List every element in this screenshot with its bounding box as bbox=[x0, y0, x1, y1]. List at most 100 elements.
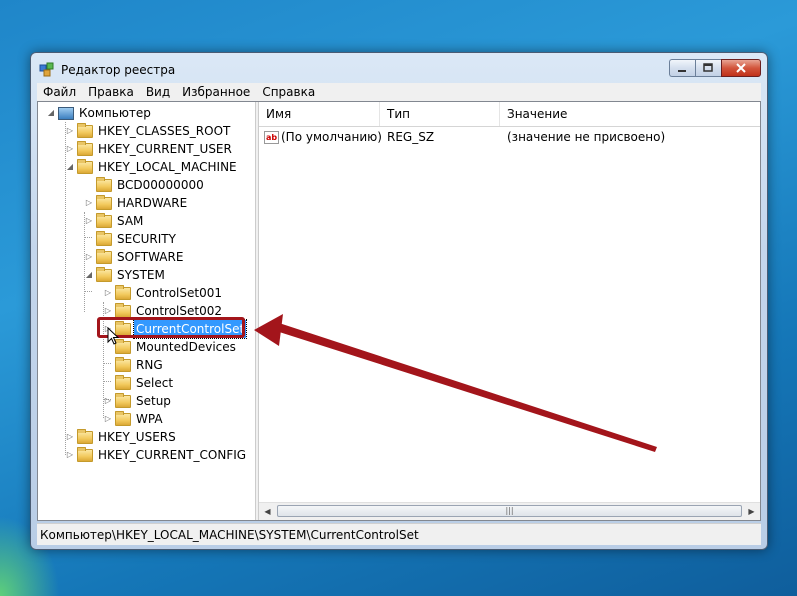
folder-icon bbox=[115, 410, 131, 426]
tree-node-wpa[interactable]: ▷ WPA bbox=[103, 410, 165, 428]
maximize-button[interactable] bbox=[695, 59, 721, 77]
list-item[interactable]: ab (По умолчанию) REG_SZ (значение не при… bbox=[259, 128, 760, 146]
tree-label: Setup bbox=[136, 394, 171, 408]
tree-node-software[interactable]: ▷ SOFTWARE bbox=[84, 248, 185, 266]
tree-node-hardware[interactable]: ▷ HARDWARE bbox=[84, 194, 189, 212]
no-arrow bbox=[103, 356, 113, 374]
tree-node-setup[interactable]: ▷ Setup bbox=[103, 392, 173, 410]
folder-icon bbox=[96, 230, 112, 246]
collapse-arrow-icon[interactable]: ◢ bbox=[46, 104, 56, 122]
tree-label: MountedDevices bbox=[136, 340, 236, 354]
column-header-type[interactable]: Тип bbox=[380, 102, 500, 126]
scroll-left-icon[interactable]: ◀ bbox=[259, 503, 276, 520]
tree-label: HKEY_USERS bbox=[98, 430, 176, 444]
computer-icon bbox=[58, 106, 74, 120]
expand-arrow-icon[interactable]: ▷ bbox=[84, 248, 94, 266]
no-arrow bbox=[103, 374, 113, 392]
registry-editor-window: Редактор реестра Файл Правка Вид Избранн… bbox=[30, 52, 768, 550]
expand-arrow-icon[interactable]: ▷ bbox=[65, 122, 75, 140]
tree-node-rng[interactable]: RNG bbox=[103, 356, 165, 374]
folder-icon bbox=[96, 194, 112, 210]
column-headers: Имя Тип Значение bbox=[259, 102, 760, 127]
tree-node-hku[interactable]: ▷ HKEY_USERS bbox=[65, 428, 178, 446]
menu-favorites[interactable]: Избранное bbox=[176, 83, 256, 101]
menu-edit[interactable]: Правка bbox=[82, 83, 140, 101]
scrollbar-thumb[interactable]: ||| bbox=[277, 505, 742, 517]
tree-node-sam[interactable]: ▷ SAM bbox=[84, 212, 145, 230]
close-button[interactable] bbox=[721, 59, 761, 77]
folder-icon bbox=[77, 446, 93, 462]
horizontal-scrollbar[interactable]: ◀ ||| ▶ bbox=[259, 502, 760, 520]
tree-node-hkcu[interactable]: ▷ HKEY_CURRENT_USER bbox=[65, 140, 234, 158]
folder-icon bbox=[115, 374, 131, 390]
tree-label: HKEY_CURRENT_CONFIG bbox=[98, 448, 247, 462]
column-header-name[interactable]: Имя bbox=[259, 102, 380, 126]
registry-editor-icon bbox=[39, 62, 54, 77]
menu-file[interactable]: Файл bbox=[37, 83, 82, 101]
expand-arrow-icon[interactable]: ▷ bbox=[103, 284, 113, 302]
tree-node-hklm[interactable]: ◢ HKEY_LOCAL_MACHINE bbox=[65, 158, 239, 176]
window-title: Редактор реестра bbox=[61, 63, 176, 77]
folder-icon bbox=[77, 158, 93, 174]
scroll-right-icon[interactable]: ▶ bbox=[743, 503, 760, 520]
value-name-cell: ab (По умолчанию) bbox=[264, 128, 382, 146]
close-icon bbox=[736, 63, 746, 73]
tree-node-controlset001[interactable]: ▷ ControlSet001 bbox=[103, 284, 224, 302]
tree-node-mounteddevices[interactable]: MountedDevices bbox=[103, 338, 238, 356]
column-header-value[interactable]: Значение bbox=[500, 102, 762, 126]
annotation-highlight-box bbox=[97, 317, 245, 338]
value-data: (значение не присвоено) bbox=[507, 130, 666, 144]
tree-label: SAM bbox=[117, 214, 144, 228]
tree-label: HARDWARE bbox=[117, 196, 188, 210]
folder-icon bbox=[77, 140, 93, 156]
folder-icon bbox=[77, 428, 93, 444]
window-controls bbox=[669, 59, 761, 79]
expand-arrow-icon[interactable]: ▷ bbox=[103, 392, 113, 410]
menu-bar: Файл Правка Вид Избранное Справка bbox=[37, 83, 761, 101]
client-area: ◢ Компьютер ▷ HKEY_CLASSES_ROOT ▷ HKEY_C… bbox=[37, 101, 761, 521]
values-list[interactable]: Имя Тип Значение ab (По умолчанию) REG_SZ… bbox=[259, 102, 760, 520]
expand-arrow-icon[interactable]: ▷ bbox=[65, 428, 75, 446]
tree-node-select[interactable]: Select bbox=[103, 374, 175, 392]
folder-icon bbox=[77, 122, 93, 138]
collapse-arrow-icon[interactable]: ◢ bbox=[65, 158, 75, 176]
folder-icon bbox=[115, 392, 131, 408]
no-arrow bbox=[84, 230, 94, 248]
folder-icon bbox=[115, 302, 131, 318]
tree-label: Select bbox=[136, 376, 174, 390]
expand-arrow-icon[interactable]: ▷ bbox=[65, 446, 75, 464]
tree-label: HKEY_CLASSES_ROOT bbox=[98, 124, 231, 138]
folder-icon bbox=[115, 284, 131, 300]
menu-view[interactable]: Вид bbox=[140, 83, 176, 101]
title-bar[interactable]: Редактор реестра bbox=[31, 53, 767, 83]
expand-arrow-icon[interactable]: ▷ bbox=[103, 410, 113, 428]
tree-node-hkcc[interactable]: ▷ HKEY_CURRENT_CONFIG bbox=[65, 446, 248, 464]
folder-icon bbox=[115, 356, 131, 372]
folder-icon bbox=[96, 176, 112, 192]
tree-node-computer[interactable]: ◢ Компьютер bbox=[46, 104, 153, 122]
tree-label: ControlSet001 bbox=[136, 286, 222, 300]
folder-icon bbox=[96, 266, 112, 282]
tree-node-system[interactable]: ◢ SYSTEM bbox=[84, 266, 167, 284]
tree-label: SOFTWARE bbox=[117, 250, 184, 264]
value-name: (По умолчанию) bbox=[281, 130, 382, 144]
minimize-button[interactable] bbox=[669, 59, 695, 77]
expand-arrow-icon[interactable]: ▷ bbox=[65, 140, 75, 158]
key-tree[interactable]: ◢ Компьютер ▷ HKEY_CLASSES_ROOT ▷ HKEY_C… bbox=[38, 102, 255, 520]
no-arrow bbox=[84, 176, 94, 194]
folder-icon bbox=[96, 212, 112, 228]
tree-node-hkcr[interactable]: ▷ HKEY_CLASSES_ROOT bbox=[65, 122, 232, 140]
status-bar: Компьютер\HKEY_LOCAL_MACHINE\SYSTEM\Curr… bbox=[37, 523, 761, 545]
expand-arrow-icon[interactable]: ▷ bbox=[84, 194, 94, 212]
tree-label: HKEY_CURRENT_USER bbox=[98, 142, 232, 156]
menu-help[interactable]: Справка bbox=[256, 83, 321, 101]
tree-label: SYSTEM bbox=[117, 268, 165, 282]
tree-label: RNG bbox=[136, 358, 163, 372]
tree-node-security[interactable]: SECURITY bbox=[84, 230, 178, 248]
folder-icon bbox=[96, 248, 112, 264]
collapse-arrow-icon[interactable]: ◢ bbox=[84, 266, 94, 284]
expand-arrow-icon[interactable]: ▷ bbox=[84, 212, 94, 230]
tree-label: SECURITY bbox=[117, 232, 176, 246]
tree-label: WPA bbox=[136, 412, 163, 426]
tree-node-bcd[interactable]: BCD00000000 bbox=[84, 176, 206, 194]
